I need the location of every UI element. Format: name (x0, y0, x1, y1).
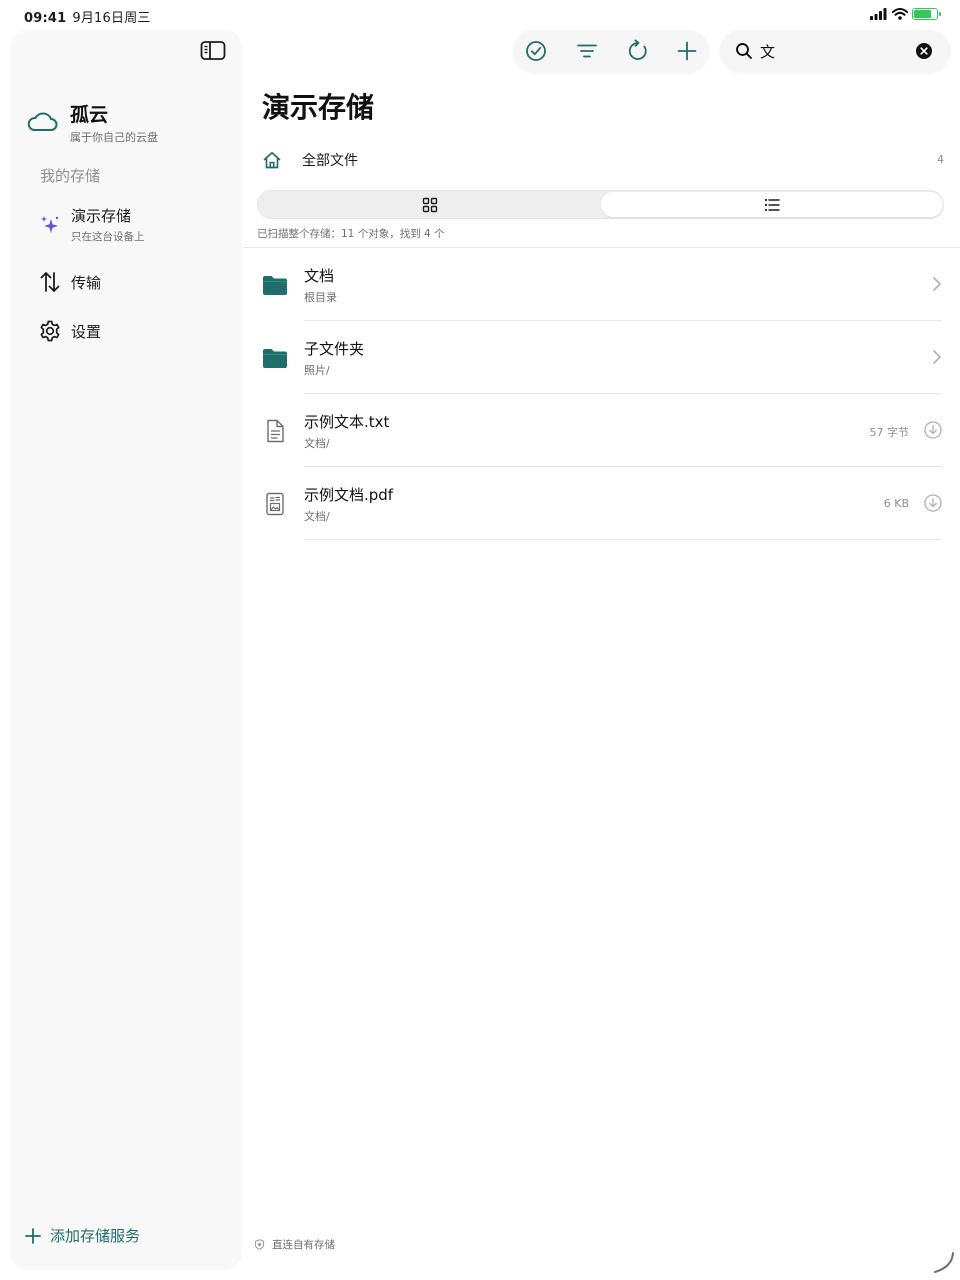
list-icon (764, 198, 780, 212)
folder-icon (263, 276, 287, 295)
search-bar[interactable]: 文 (720, 30, 950, 72)
breadcrumb-count: 4 (937, 153, 944, 166)
breadcrumb-label: 全部文件 (302, 153, 358, 169)
filter-icon[interactable] (575, 39, 599, 63)
file-name: 子文件夹 (304, 340, 365, 358)
add-icon[interactable] (675, 39, 699, 63)
download-icon[interactable] (924, 494, 942, 512)
row-divider (304, 539, 942, 540)
file-name: 文档 (304, 267, 335, 285)
grid-view-button[interactable] (259, 192, 601, 217)
gear-icon (40, 320, 60, 342)
file-name: 示例文本.txt (304, 413, 390, 431)
sidebar-item-transfer[interactable]: 传输 (38, 270, 101, 294)
toolbar (513, 30, 709, 72)
search-icon (736, 43, 752, 59)
sidebar-item-demo-storage[interactable]: 演示存储 只在这台设备上 (38, 205, 145, 244)
signal-icon (870, 8, 887, 20)
file-row[interactable]: 子文件夹 照片/ (262, 321, 942, 394)
shield-icon (254, 1239, 265, 1250)
brand-title: 孤云 (70, 104, 109, 126)
file-row[interactable]: 示例文档.pdf 文档/ 6 KB (262, 467, 942, 540)
footer-note-label: 直连自有存储 (272, 1239, 335, 1251)
cloud-icon (27, 112, 58, 131)
file-row[interactable]: 文档 根目录 (262, 248, 942, 321)
checkmark-circle-icon[interactable] (524, 39, 548, 63)
plus-icon (25, 1227, 41, 1244)
status-date: 9月16日周三 (72, 11, 151, 26)
file-path: 照片/ (304, 364, 330, 377)
spinner-icon (934, 1252, 954, 1273)
status-bar: 09:41 9月16日周三 (0, 0, 960, 30)
scan-summary: 已扫描整个存储：11 个对象，找到 4 个 (257, 228, 445, 240)
sidebar-item-settings[interactable]: 设置 (38, 319, 101, 343)
transfer-icon (40, 272, 60, 292)
add-storage-label: 添加存储服务 (50, 1227, 141, 1245)
chevron-right-icon (933, 277, 941, 291)
footer-note: 直连自有存储 (254, 1237, 335, 1252)
status-time: 09:41 9月16日周三 (24, 7, 151, 26)
brand: 孤云 属于你自己的云盘 (26, 104, 158, 145)
refresh-icon[interactable] (626, 39, 650, 63)
status-clock: 09:41 (24, 11, 67, 26)
list-view-button[interactable] (601, 192, 943, 217)
page-title: 演示存储 (262, 91, 375, 124)
breadcrumb[interactable]: 全部文件 4 (262, 148, 948, 172)
clear-icon[interactable] (916, 43, 932, 59)
battery-icon (912, 8, 941, 20)
section-label-my-storage: 我的存储 (40, 167, 101, 185)
file-path: 文档/ (304, 437, 330, 450)
document-icon (267, 419, 284, 443)
file-list: 文档 根目录 子文件夹 照片/ 示例文本.txt 文档/ 57 字节 示例文档.… (262, 248, 942, 540)
sidebar-toggle-icon[interactable] (200, 40, 226, 62)
chevron-right-icon (933, 350, 941, 364)
view-mode-segmented-control (257, 190, 944, 219)
status-icons (870, 8, 941, 20)
sidebar-item-demo-storage-sublabel: 只在这台设备上 (71, 231, 145, 243)
folder-icon (263, 349, 287, 368)
sidebar: 孤云 属于你自己的云盘 我的存储 演示存储 只在这台设备上 传输 设置 添加存储… (10, 30, 242, 1270)
sidebar-item-settings-label: 设置 (71, 322, 102, 341)
add-storage-button[interactable]: 添加存储服务 (24, 1225, 140, 1246)
download-icon[interactable] (924, 421, 942, 439)
file-name: 示例文档.pdf (304, 486, 394, 504)
file-size: 6 KB (883, 497, 909, 510)
sparkle-icon (41, 215, 59, 233)
file-row[interactable]: 示例文本.txt 文档/ 57 字节 (262, 394, 942, 467)
wifi-icon (892, 8, 908, 20)
sidebar-item-transfer-label: 传输 (71, 273, 102, 292)
file-path: 根目录 (304, 291, 337, 304)
search-input[interactable]: 文 (760, 41, 775, 62)
home-icon (263, 151, 281, 169)
file-path: 文档/ (304, 510, 330, 523)
sidebar-item-demo-storage-label: 演示存储 (71, 207, 132, 225)
file-size: 57 字节 (869, 426, 910, 439)
grid-icon (422, 197, 438, 213)
brand-subtitle: 属于你自己的云盘 (70, 131, 158, 144)
pdf-icon (266, 492, 284, 516)
